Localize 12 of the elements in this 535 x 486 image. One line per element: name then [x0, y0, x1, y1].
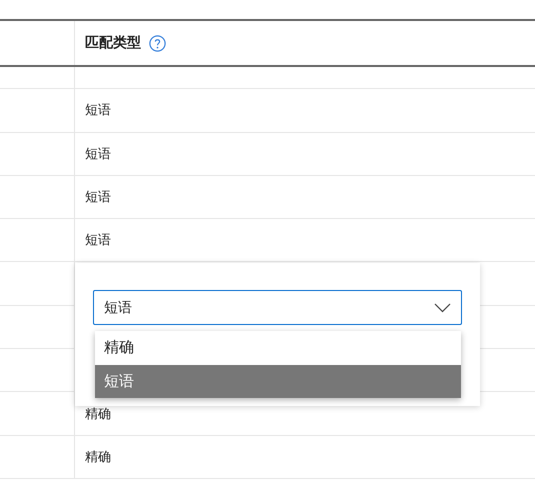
table-cell-text: 精确 [85, 406, 111, 423]
help-icon[interactable] [149, 34, 166, 52]
select-field[interactable]: 短语 [93, 290, 462, 325]
column-header: 匹配类型 [85, 34, 141, 52]
table-cell-text: 短语 [85, 146, 111, 163]
dropdown-option[interactable]: 精确 [95, 331, 461, 364]
chevron-down-icon [434, 302, 451, 312]
table-cell-text: 短语 [85, 102, 111, 120]
table-cell-text: 短语 [85, 189, 111, 206]
dropdown-option[interactable]: 短语 [95, 364, 461, 398]
table-cell-text: 短语 [85, 232, 111, 250]
table-cell-text: 精确 [85, 448, 111, 466]
